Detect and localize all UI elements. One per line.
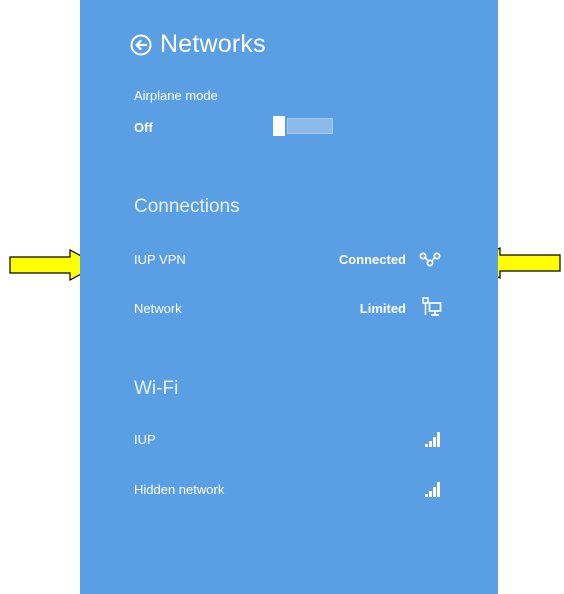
wifi-item-iup[interactable]: IUP	[134, 432, 458, 458]
back-button[interactable]: Networks	[130, 30, 266, 59]
wifi-network-name: Hidden network	[134, 482, 225, 497]
connection-name: IUP VPN	[134, 252, 186, 267]
toggle-thumb	[273, 116, 285, 136]
connection-status: Connected	[338, 252, 406, 267]
page-title: Networks	[160, 30, 266, 58]
vpn-icon	[419, 252, 441, 267]
wifi-item-hidden-network[interactable]: Hidden network	[134, 482, 458, 508]
wired-network-icon	[422, 297, 442, 316]
toggle-track	[287, 118, 333, 134]
wifi-network-name: IUP	[134, 432, 156, 447]
wifi-heading: Wi-Fi	[134, 378, 179, 399]
connections-heading: Connections	[134, 196, 240, 217]
wifi-signal-icon	[425, 432, 440, 447]
screenshot: Networks Airplane mode Off Connections I…	[0, 0, 564, 594]
connection-name: Network	[134, 301, 182, 316]
back-arrow-circle-icon	[130, 34, 152, 55]
wifi-signal-icon	[425, 482, 440, 497]
connection-item-network[interactable]: Network Limited	[134, 297, 458, 327]
airplane-mode-state: Off	[134, 120, 153, 135]
airplane-mode-label: Airplane mode	[134, 88, 218, 103]
airplane-mode-toggle[interactable]	[273, 116, 335, 136]
connection-status: Limited	[359, 301, 406, 316]
networks-panel: Networks Airplane mode Off Connections I…	[80, 0, 498, 594]
connection-item-iup-vpn[interactable]: IUP VPN Connected	[134, 252, 458, 278]
